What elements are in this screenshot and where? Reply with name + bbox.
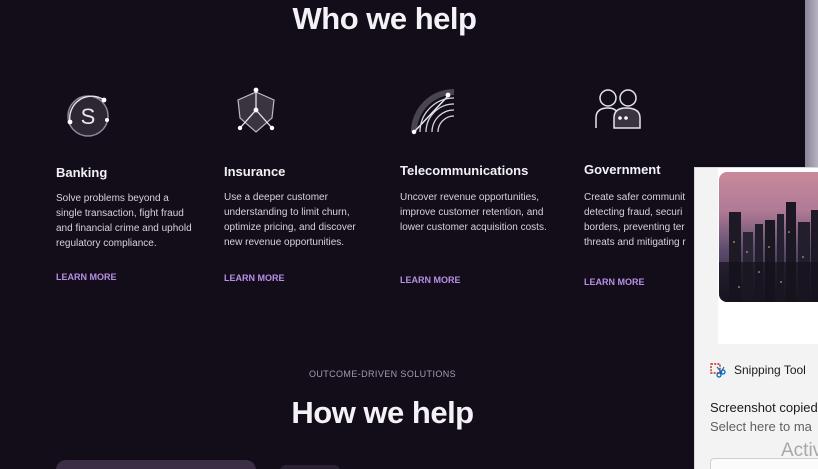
screenshot-thumbnail[interactable] — [719, 172, 818, 302]
notification-action-button[interactable] — [710, 458, 818, 469]
insurance-title: Insurance — [224, 164, 286, 179]
outcome-eyebrow: OUTCOME-DRIVEN SOLUTIONS — [308, 369, 457, 379]
snipping-tool-notification[interactable]: Snipping Tool Screenshot copied Select h… — [694, 167, 818, 469]
government-title: Government — [584, 162, 661, 177]
people-icon — [595, 89, 641, 129]
telecommunications-description: Uncover revenue opportunities, improve c… — [400, 192, 547, 233]
how-we-help-title: How we help — [291, 395, 474, 430]
city-skyline-image — [719, 202, 818, 302]
telecommunications-learn-more-link[interactable]: LEARN MORE — [400, 275, 461, 285]
notification-app-name: Snipping Tool — [734, 363, 806, 377]
banking-icon: S — [67, 95, 109, 137]
banking-title: Banking — [56, 165, 108, 180]
banking-description: Solve problems beyond a single transacti… — [56, 193, 192, 249]
website-page: Who we help S Banking Solve problems bey… — [0, 0, 805, 469]
notification-subtext[interactable]: Select here to ma — [710, 419, 812, 434]
shield-icon — [237, 87, 275, 133]
solution-card-top-secondary — [280, 465, 340, 469]
insurance-description: Use a deeper customer understanding to l… — [224, 192, 356, 248]
telecommunications-title: Telecommunications — [400, 163, 529, 178]
insurance-learn-more-link[interactable]: LEARN MORE — [224, 273, 285, 283]
government-description: Create safer communit detecting fraud, s… — [584, 192, 686, 248]
solution-card-top — [56, 460, 256, 469]
notification-message: Screenshot copied — [710, 400, 818, 415]
svg-text:S: S — [81, 104, 96, 129]
signal-icon — [411, 89, 455, 135]
snipping-tool-icon — [710, 363, 726, 378]
who-we-help-title: Who we help — [292, 1, 477, 36]
banking-learn-more-link[interactable]: LEARN MORE — [56, 272, 117, 282]
government-learn-more-link[interactable]: LEARN MORE — [584, 277, 645, 287]
